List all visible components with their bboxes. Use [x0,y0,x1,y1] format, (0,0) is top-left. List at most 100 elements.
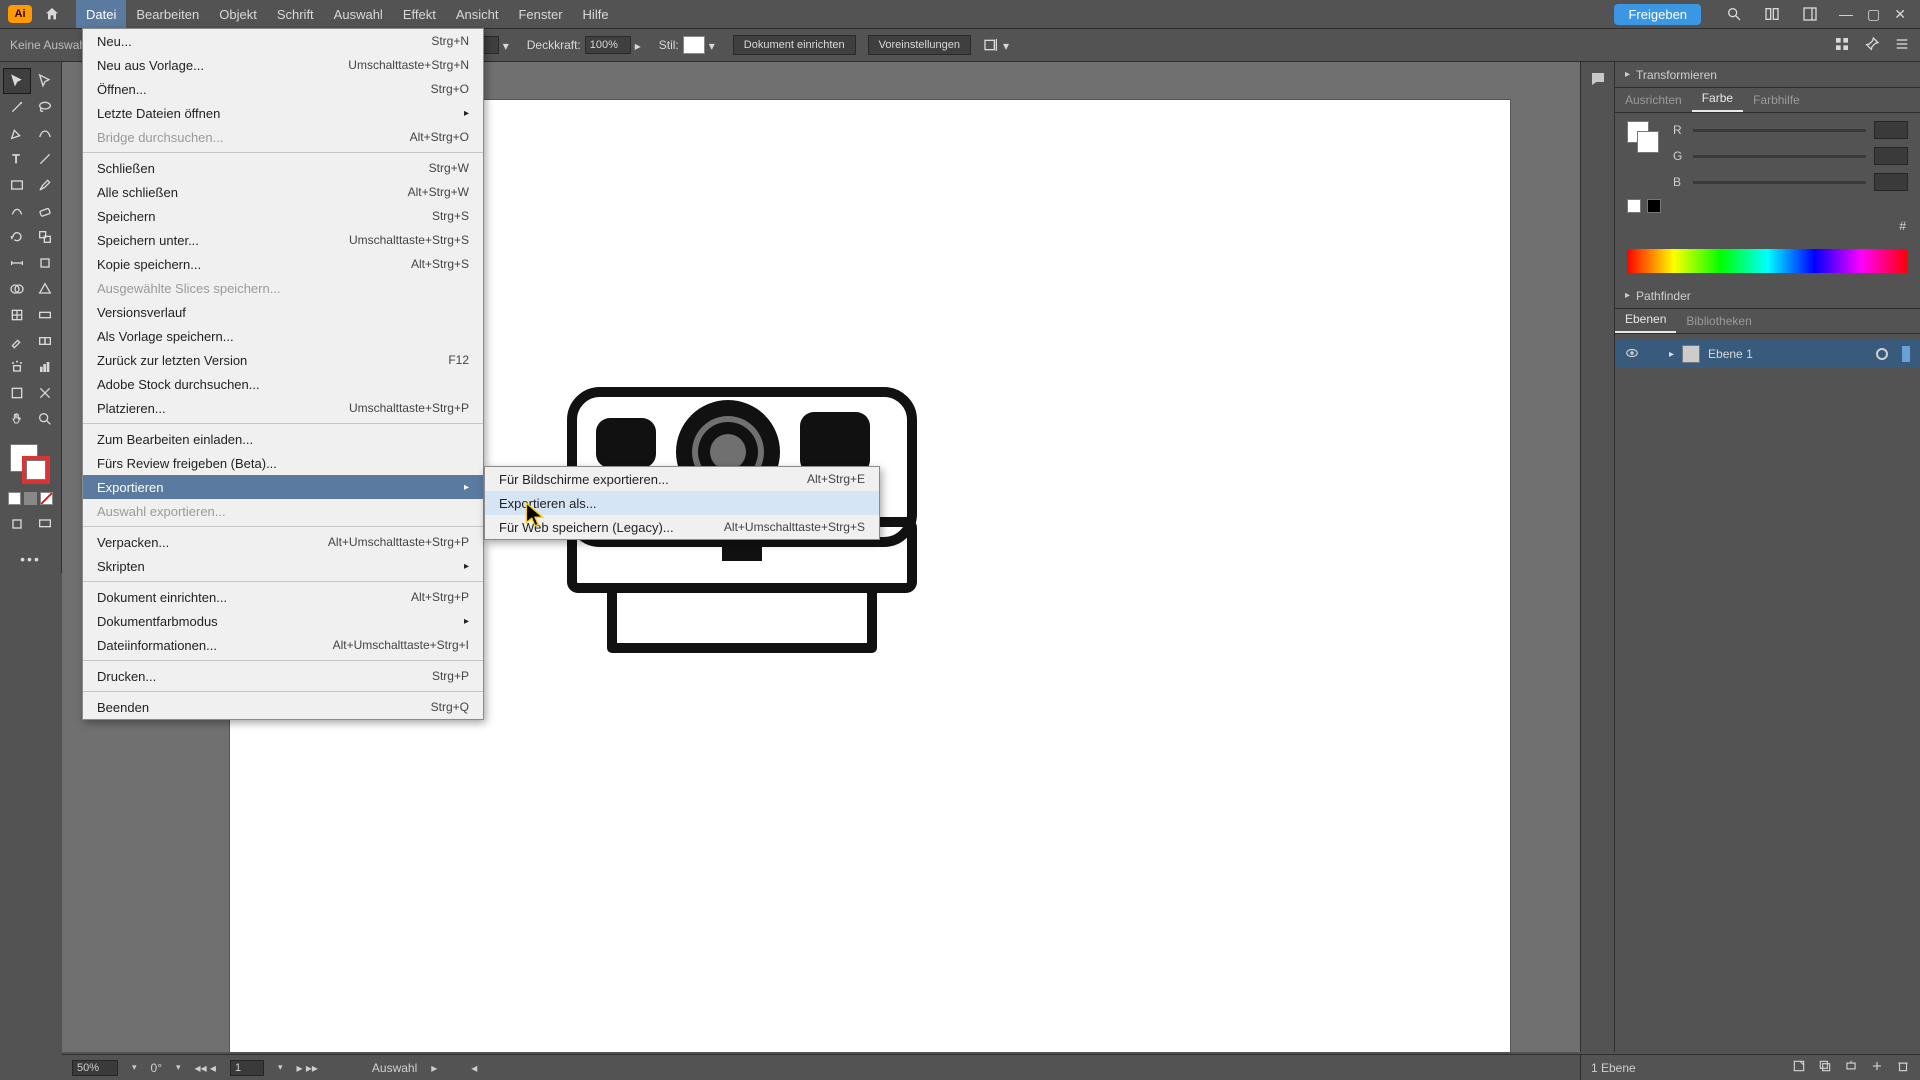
chevron-right-icon[interactable]: ▸ [431,1061,437,1075]
shape-builder-tool[interactable] [3,276,31,302]
type-tool[interactable]: T [3,146,31,172]
menu-item[interactable]: Speichern unter...Umschalttaste+Strg+S [83,228,483,252]
chevron-right-icon[interactable]: ▸ [1669,349,1674,360]
submenu-item[interactable]: Für Bildschirme exportieren...Alt+Strg+E [485,467,879,491]
menu-item[interactable]: Skripten▸ [83,554,483,578]
eyedropper-tool[interactable] [3,328,31,354]
stroke-swatch[interactable] [22,456,50,484]
menu-item[interactable]: Dokument einrichten...Alt+Strg+P [83,585,483,609]
lasso-tool[interactable] [31,94,59,120]
chevron-down-icon[interactable]: ▾ [709,39,721,51]
menu-item[interactable]: SchließenStrg+W [83,156,483,180]
submenu-item[interactable]: Für Web speichern (Legacy)...Alt+Umschal… [485,515,879,539]
menu-item[interactable]: Zurück zur letzten VersionF12 [83,348,483,372]
menu-item[interactable]: Versionsverlauf [83,300,483,324]
scroll-left-icon[interactable]: ◂ [471,1061,477,1075]
visibility-icon[interactable] [1625,346,1641,363]
color-slider-b[interactable]: B [1673,173,1908,191]
screen-mode[interactable] [31,511,59,537]
list-icon[interactable] [1894,36,1910,55]
menu-item[interactable]: Kopie speichern...Alt+Strg+S [83,252,483,276]
bw-swatches[interactable] [1627,199,1908,213]
symbol-sprayer-tool[interactable] [3,354,31,380]
menu-item[interactable]: Dateiinformationen...Alt+Umschalttaste+S… [83,633,483,657]
menu-item[interactable]: SpeichernStrg+S [83,204,483,228]
tab-ebenen[interactable]: Ebenen [1615,307,1676,333]
menu-datei[interactable]: Datei [76,0,126,28]
gradient-tool[interactable] [31,302,59,328]
menu-item[interactable]: Exportieren▸ [83,475,483,499]
opacity-input[interactable] [585,36,631,54]
menu-item[interactable]: Adobe Stock durchsuchen... [83,372,483,396]
submenu-item[interactable]: Exportieren als... [485,491,879,515]
direct-selection-tool[interactable] [31,68,59,94]
line-tool[interactable] [31,146,59,172]
make-clipping-mask-icon[interactable] [1818,1059,1832,1076]
tab-bibliotheken[interactable]: Bibliotheken [1676,309,1761,333]
chevron-down-icon[interactable]: ▾ [176,1062,181,1073]
color-mode-swatches[interactable] [8,492,53,505]
selection-tool[interactable] [3,68,31,94]
perspective-tool[interactable] [31,276,59,302]
menu-item[interactable]: Drucken...Strg+P [83,664,483,688]
menu-item[interactable]: Neu...Strg+N [83,29,483,53]
menu-item[interactable]: Alle schließenAlt+Strg+W [83,180,483,204]
target-icon[interactable] [1876,348,1888,360]
style-swatch[interactable] [683,36,705,54]
artboard-nav-prev[interactable]: ◂◂ ◂ [195,1061,216,1075]
color-slider-g[interactable]: G [1673,147,1908,165]
menu-ansicht[interactable]: Ansicht [446,0,509,28]
menu-objekt[interactable]: Objekt [209,0,267,28]
pen-tool[interactable] [3,120,31,146]
new-sublayer-icon[interactable] [1844,1059,1858,1076]
slice-tool[interactable] [31,380,59,406]
chevron-down-icon[interactable]: ▾ [503,39,515,51]
comments-icon[interactable] [1589,70,1607,93]
delete-layer-icon[interactable] [1896,1059,1910,1076]
search-icon[interactable] [1721,1,1747,27]
eraser-tool[interactable] [31,198,59,224]
menu-bearbeiten[interactable]: Bearbeiten [126,0,209,28]
width-tool[interactable] [3,250,31,276]
blend-tool[interactable] [31,328,59,354]
arrange-icon[interactable] [1759,1,1785,27]
locate-layer-icon[interactable] [1792,1059,1806,1076]
artboard-nav-next[interactable]: ▸ ▸▸ [296,1061,317,1075]
zoom-tool[interactable] [31,406,59,432]
draw-mode[interactable] [3,511,31,537]
menu-item[interactable]: Platzieren...Umschalttaste+Strg+P [83,396,483,420]
align-target[interactable]: ▾ [983,37,1015,53]
layer-row[interactable]: ▸ Ebene 1 [1615,340,1920,368]
tab-farbhilfe[interactable]: Farbhilfe [1743,88,1810,112]
artboard-number-input[interactable] [230,1060,264,1076]
scale-tool[interactable] [31,224,59,250]
artboard-tool[interactable] [3,380,31,406]
color-slider-r[interactable]: R [1673,121,1908,139]
chevron-down-icon[interactable]: ▾ [278,1062,283,1073]
menu-item[interactable]: Verpacken...Alt+Umschalttaste+Strg+P [83,530,483,554]
menu-item[interactable]: Öffnen...Strg+O [83,77,483,101]
fill-stroke-swatches[interactable] [1627,121,1661,155]
paintbrush-tool[interactable] [31,172,59,198]
close-button[interactable]: ✕ [1894,6,1906,23]
menu-item[interactable]: Fürs Review freigeben (Beta)... [83,451,483,475]
free-transform-tool[interactable] [31,250,59,276]
tab-farbe[interactable]: Farbe [1692,86,1743,112]
menu-item[interactable]: Dokumentfarbmodus▸ [83,609,483,633]
menu-auswahl[interactable]: Auswahl [324,0,393,28]
magic-wand-tool[interactable] [3,94,31,120]
rotate-tool[interactable] [3,224,31,250]
curvature-tool[interactable] [31,120,59,146]
mesh-tool[interactable] [3,302,31,328]
preferences-button[interactable]: Voreinstellungen [868,35,971,55]
menu-item[interactable]: Als Vorlage speichern... [83,324,483,348]
grid-icon[interactable] [1834,36,1850,55]
shaper-tool[interactable] [3,198,31,224]
menu-hilfe[interactable]: Hilfe [573,0,619,28]
chevron-right-icon[interactable]: ▸ [635,39,647,51]
pin-icon[interactable] [1864,36,1880,55]
menu-effekt[interactable]: Effekt [393,0,446,28]
home-icon[interactable] [42,4,62,24]
workspace-icon[interactable] [1797,1,1823,27]
hand-tool[interactable] [3,406,31,432]
